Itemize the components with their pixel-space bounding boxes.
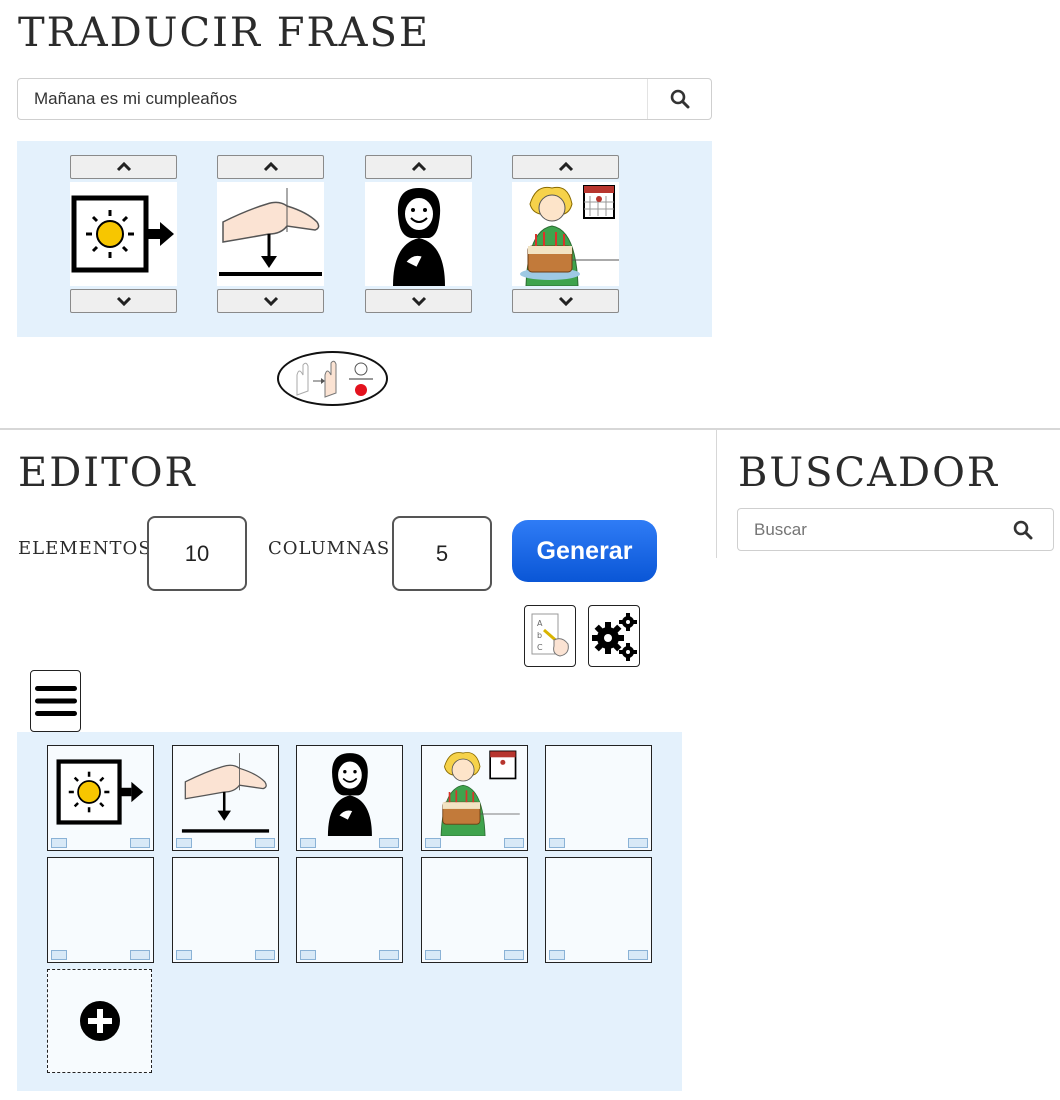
chevron-down-icon: [116, 296, 131, 306]
hand-down-pictogram[interactable]: [217, 182, 324, 286]
translate-section-title: TRADUCIR FRASE: [18, 10, 431, 56]
chevron-down-icon: [558, 296, 573, 306]
sun-arrow-pictogram: [50, 748, 151, 836]
board-cell-empty[interactable]: [47, 857, 154, 963]
cell-book-icon[interactable]: [300, 950, 316, 960]
cell-book-icon[interactable]: [425, 950, 441, 960]
communication-board: [17, 732, 682, 1091]
section-divider: [0, 428, 1060, 430]
hamburger-menu-icon: [34, 686, 77, 716]
person-self-pictogram[interactable]: [365, 182, 472, 286]
board-cell-empty[interactable]: [545, 745, 652, 851]
board-cell[interactable]: [172, 745, 279, 851]
pictogram-column: [512, 155, 619, 313]
cell-link-icon[interactable]: [255, 950, 275, 960]
sun-arrow-pictogram[interactable]: [70, 182, 177, 286]
previous-pictogram-button[interactable]: [70, 155, 177, 179]
search-button[interactable]: [993, 509, 1053, 550]
phrase-search-box: [17, 78, 712, 120]
cell-book-icon[interactable]: [549, 838, 565, 848]
cell-book-icon[interactable]: [51, 950, 67, 960]
svg-text:b: b: [537, 631, 542, 640]
cell-link-icon[interactable]: [628, 950, 648, 960]
sign-language-button[interactable]: [277, 351, 388, 406]
search-section-title: BUSCADOR: [738, 450, 999, 496]
editor-section-title: EDITOR: [18, 450, 197, 496]
column-divider: [716, 430, 717, 558]
cell-link-icon[interactable]: [130, 950, 150, 960]
translation-pictogram-panel: [17, 141, 712, 337]
pictogram-column: [70, 155, 177, 313]
chevron-up-icon: [116, 162, 131, 172]
chevron-up-icon: [411, 162, 426, 172]
cell-link-icon[interactable]: [504, 838, 524, 848]
cell-link-icon[interactable]: [379, 950, 399, 960]
board-cell-empty[interactable]: [421, 857, 528, 963]
cell-book-icon[interactable]: [51, 838, 67, 848]
cell-book-icon[interactable]: [176, 838, 192, 848]
birthday-cake-pictogram[interactable]: [512, 182, 619, 286]
board-cell-empty[interactable]: [296, 857, 403, 963]
cell-book-icon[interactable]: [300, 838, 316, 848]
hand-down-pictogram: [175, 748, 276, 836]
phrase-input[interactable]: [18, 79, 647, 119]
generar-button[interactable]: Generar: [512, 520, 657, 582]
cell-book-icon[interactable]: [425, 838, 441, 848]
chevron-up-icon: [558, 162, 573, 172]
settings-button[interactable]: [588, 605, 640, 667]
birthday-cake-pictogram: [424, 748, 525, 836]
previous-pictogram-button[interactable]: [512, 155, 619, 179]
phrase-search-button[interactable]: [647, 79, 711, 119]
search-icon: [670, 89, 689, 109]
chevron-up-icon: [263, 162, 278, 172]
menu-button[interactable]: [30, 670, 81, 732]
search-icon: [1013, 520, 1033, 539]
plus-circle-icon: [79, 1001, 120, 1041]
cell-link-icon[interactable]: [255, 838, 275, 848]
svg-text:C: C: [537, 643, 543, 652]
elementos-label: ELEMENTOS: [18, 538, 152, 559]
cell-book-icon[interactable]: [549, 950, 565, 960]
search-input[interactable]: [738, 509, 993, 550]
pictogram-search-box: [737, 508, 1054, 551]
pictogram-column: [365, 155, 472, 313]
chevron-down-icon: [411, 296, 426, 306]
board-cell-empty[interactable]: [172, 857, 279, 963]
columnas-label: COLUMNAS: [268, 538, 391, 559]
board-cell[interactable]: [421, 745, 528, 851]
elementos-input[interactable]: [147, 516, 247, 591]
add-cell-button[interactable]: [47, 969, 152, 1073]
sign-language-icon: [296, 360, 373, 398]
board-cell[interactable]: [296, 745, 403, 851]
next-pictogram-button[interactable]: [217, 289, 324, 313]
cell-link-icon[interactable]: [504, 950, 524, 960]
columnas-input[interactable]: [392, 516, 492, 591]
cell-link-icon[interactable]: [379, 838, 399, 848]
gears-icon: [592, 613, 637, 661]
previous-pictogram-button[interactable]: [365, 155, 472, 179]
board-cell[interactable]: [47, 745, 154, 851]
edit-board-button[interactable]: A b C: [524, 605, 576, 667]
cell-book-icon[interactable]: [176, 950, 192, 960]
person-self-pictogram: [299, 748, 400, 836]
next-pictogram-button[interactable]: [70, 289, 177, 313]
board-cell-empty[interactable]: [545, 857, 652, 963]
cell-link-icon[interactable]: [628, 838, 648, 848]
svg-text:A: A: [537, 619, 543, 628]
next-pictogram-button[interactable]: [365, 289, 472, 313]
pictogram-column: [217, 155, 324, 313]
cell-link-icon[interactable]: [130, 838, 150, 848]
previous-pictogram-button[interactable]: [217, 155, 324, 179]
edit-pencil-icon: A b C: [531, 613, 569, 657]
next-pictogram-button[interactable]: [512, 289, 619, 313]
chevron-down-icon: [263, 296, 278, 306]
